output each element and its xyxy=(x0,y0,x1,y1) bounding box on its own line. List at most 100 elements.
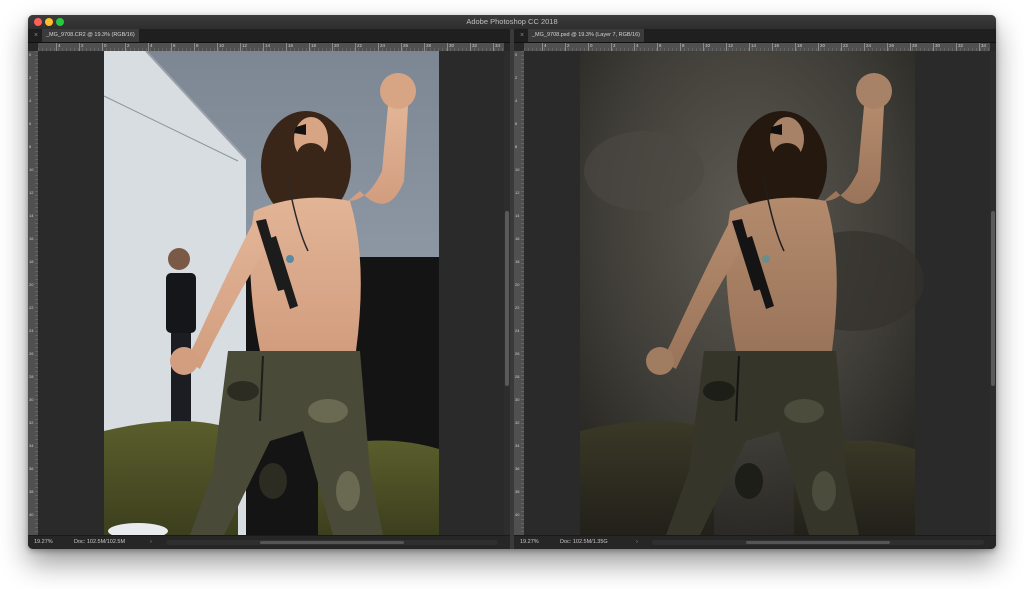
ruler-label: 18 xyxy=(309,43,316,51)
document-panel-original: × _MG_9708.CR2 @ 19.3% (RGB/16) 4 2 0 2 … xyxy=(28,29,510,549)
ruler-label: 2 xyxy=(565,43,570,51)
status-bar: 19.27% Doc: 102.5M/1.35G › xyxy=(514,535,996,549)
ruler-label: 2 xyxy=(29,75,32,80)
ruler-label: 8 xyxy=(515,144,518,149)
ruler-label: 16 xyxy=(772,43,779,51)
ruler-label: 18 xyxy=(29,259,34,264)
ruler-label: 4 xyxy=(148,43,153,51)
horizontal-ruler[interactable]: 4 2 0 2 4 6 8 10 12 14 16 18 20 22 24 26… xyxy=(38,43,504,51)
ruler-label: 8 xyxy=(29,144,32,149)
ruler-label: 20 xyxy=(332,43,339,51)
close-icon[interactable]: × xyxy=(520,29,524,42)
document-size: Doc: 102.5M/102.5M xyxy=(74,539,126,545)
ruler-label: 34 xyxy=(29,443,34,448)
ruler-label: 18 xyxy=(795,43,802,51)
ruler-label: 30 xyxy=(515,397,520,402)
ruler-label: 34 xyxy=(493,43,500,51)
app-title: Adobe Photoshop CC 2018 xyxy=(466,17,558,26)
title-bar: Adobe Photoshop CC 2018 xyxy=(28,15,996,29)
ruler-label: 36 xyxy=(29,466,34,471)
horizontal-scroll-thumb[interactable] xyxy=(260,541,404,544)
ruler-label: 2 xyxy=(125,43,130,51)
ruler-label: 8 xyxy=(680,43,685,51)
ruler-label: 12 xyxy=(515,190,520,195)
ruler-label: 28 xyxy=(424,43,431,51)
horizontal-scroll-thumb[interactable] xyxy=(746,541,890,544)
zoom-level[interactable]: 19.27% xyxy=(520,536,539,549)
ruler-label: 32 xyxy=(515,420,520,425)
horizontal-scrollbar[interactable] xyxy=(166,540,498,545)
ruler-label: 6 xyxy=(171,43,176,51)
ruler-label: 30 xyxy=(29,397,34,402)
ruler-label: 18 xyxy=(515,259,520,264)
ruler-label: 16 xyxy=(286,43,293,51)
ruler-label: 20 xyxy=(818,43,825,51)
ruler-label: 4 xyxy=(542,43,547,51)
ruler-label: 26 xyxy=(515,351,520,356)
ruler-label: 22 xyxy=(841,43,848,51)
ruler-label: 38 xyxy=(29,489,34,494)
ruler-label: 32 xyxy=(956,43,963,51)
ruler-label: 38 xyxy=(515,489,520,494)
ruler-label: 16 xyxy=(515,236,520,241)
ruler-label: 14 xyxy=(749,43,756,51)
ruler-label: 24 xyxy=(515,328,520,333)
document-tab[interactable]: × _MG_9708.psd @ 19.3% (Layer 7, RGB/16) xyxy=(514,29,996,43)
chevron-right-icon[interactable]: › xyxy=(636,536,638,549)
vertical-ruler[interactable]: 0 2 4 6 8 10 12 14 16 18 20 22 24 26 28 … xyxy=(28,51,38,535)
ruler-label: 28 xyxy=(29,374,34,379)
ruler-label: 10 xyxy=(217,43,224,51)
vertical-scrollbar[interactable] xyxy=(990,51,996,535)
ruler-label: 22 xyxy=(515,305,520,310)
ruler-label: 6 xyxy=(29,121,32,126)
horizontal-ruler[interactable]: 4 2 0 2 4 6 8 10 12 14 16 18 20 22 24 26… xyxy=(524,43,990,51)
original-photo xyxy=(103,51,439,535)
ruler-label: 34 xyxy=(515,443,520,448)
ruler-label: 4 xyxy=(634,43,639,51)
ruler-label: 0 xyxy=(515,52,518,57)
ruler-label: 26 xyxy=(29,351,34,356)
vertical-ruler[interactable]: 0 2 4 6 8 10 12 14 16 18 20 22 24 26 28 … xyxy=(514,51,524,535)
ruler-label: 24 xyxy=(29,328,34,333)
vertical-scroll-thumb[interactable] xyxy=(991,211,995,386)
ruler-label: 26 xyxy=(887,43,894,51)
horizontal-scrollbar[interactable] xyxy=(652,540,984,545)
document-canvas[interactable] xyxy=(38,51,504,535)
document-tab[interactable]: × _MG_9708.CR2 @ 19.3% (RGB/16) xyxy=(28,29,510,43)
ruler-label: 12 xyxy=(240,43,247,51)
ruler-label: 28 xyxy=(910,43,917,51)
close-icon[interactable]: × xyxy=(34,29,38,42)
ruler-label: 22 xyxy=(355,43,362,51)
zoom-level[interactable]: 19.27% xyxy=(34,536,53,549)
ruler-label: 40 xyxy=(515,512,520,517)
ruler-label: 0 xyxy=(588,43,593,51)
status-bar: 19.27% Doc: 102.5M/102.5M › xyxy=(28,535,510,549)
vertical-scroll-thumb[interactable] xyxy=(505,211,509,386)
ruler-label: 14 xyxy=(29,213,34,218)
document-tab-title[interactable]: _MG_9708.CR2 @ 19.3% (RGB/16) xyxy=(42,29,139,42)
ruler-label: 22 xyxy=(29,305,34,310)
ruler-label: 32 xyxy=(29,420,34,425)
chevron-right-icon[interactable]: › xyxy=(150,536,152,549)
ruler-label: 2 xyxy=(515,75,518,80)
ruler-label: 8 xyxy=(194,43,199,51)
document-tab-title[interactable]: _MG_9708.psd @ 19.3% (Layer 7, RGB/16) xyxy=(528,29,644,42)
ruler-label: 12 xyxy=(29,190,34,195)
ruler-label: 26 xyxy=(401,43,408,51)
ruler-label: 34 xyxy=(979,43,986,51)
ruler-label: 10 xyxy=(29,167,34,172)
retouched-photo xyxy=(580,51,924,535)
ruler-label: 16 xyxy=(29,236,34,241)
ruler-label: 0 xyxy=(29,52,32,57)
ruler-label: 20 xyxy=(29,282,34,287)
ruler-label: 30 xyxy=(447,43,454,51)
document-panel-retouched: × _MG_9708.psd @ 19.3% (Layer 7, RGB/16)… xyxy=(514,29,996,549)
ruler-label: 4 xyxy=(29,98,32,103)
document-canvas[interactable] xyxy=(524,51,990,535)
photoshop-window: Adobe Photoshop CC 2018 × _MG_9708.CR2 @… xyxy=(28,15,996,549)
ruler-label: 14 xyxy=(515,213,520,218)
ruler-label: 2 xyxy=(79,43,84,51)
ruler-label: 10 xyxy=(703,43,710,51)
ruler-label: 14 xyxy=(263,43,270,51)
ruler-label: 2 xyxy=(611,43,616,51)
